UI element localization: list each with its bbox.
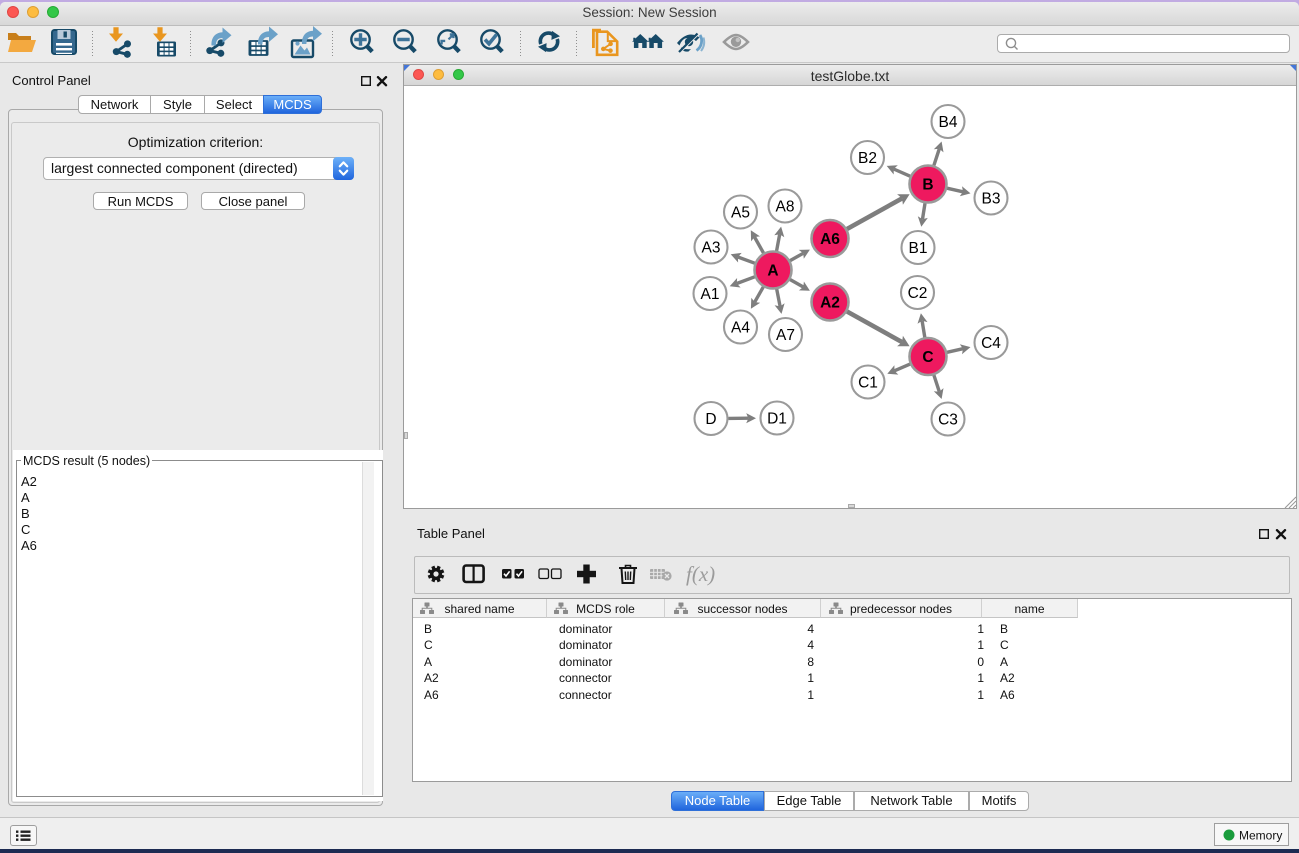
svg-text:B: B [922,177,933,194]
svg-text:A3: A3 [702,240,721,257]
svg-text:A6: A6 [820,231,840,248]
svg-text:C4: C4 [981,335,1001,352]
svg-text:C3: C3 [938,412,958,429]
svg-text:A7: A7 [776,327,795,344]
svg-text:C1: C1 [858,375,878,392]
svg-text:A8: A8 [776,199,795,216]
svg-text:C2: C2 [908,285,928,302]
svg-text:f(x): f(x) [686,562,715,586]
svg-text:B3: B3 [982,191,1001,208]
svg-text:D1: D1 [767,411,787,428]
svg-text:A2: A2 [820,295,840,312]
svg-text:D: D [705,411,716,428]
svg-text:B1: B1 [909,240,928,257]
svg-text:C: C [922,349,933,366]
svg-text:A5: A5 [731,205,750,222]
svg-text:B4: B4 [939,114,958,131]
svg-text:A1: A1 [701,286,720,303]
svg-text:Memory: Memory [1239,829,1282,843]
svg-text:A4: A4 [731,320,750,337]
svg-text:B2: B2 [858,150,877,167]
svg-text:A: A [767,263,778,280]
